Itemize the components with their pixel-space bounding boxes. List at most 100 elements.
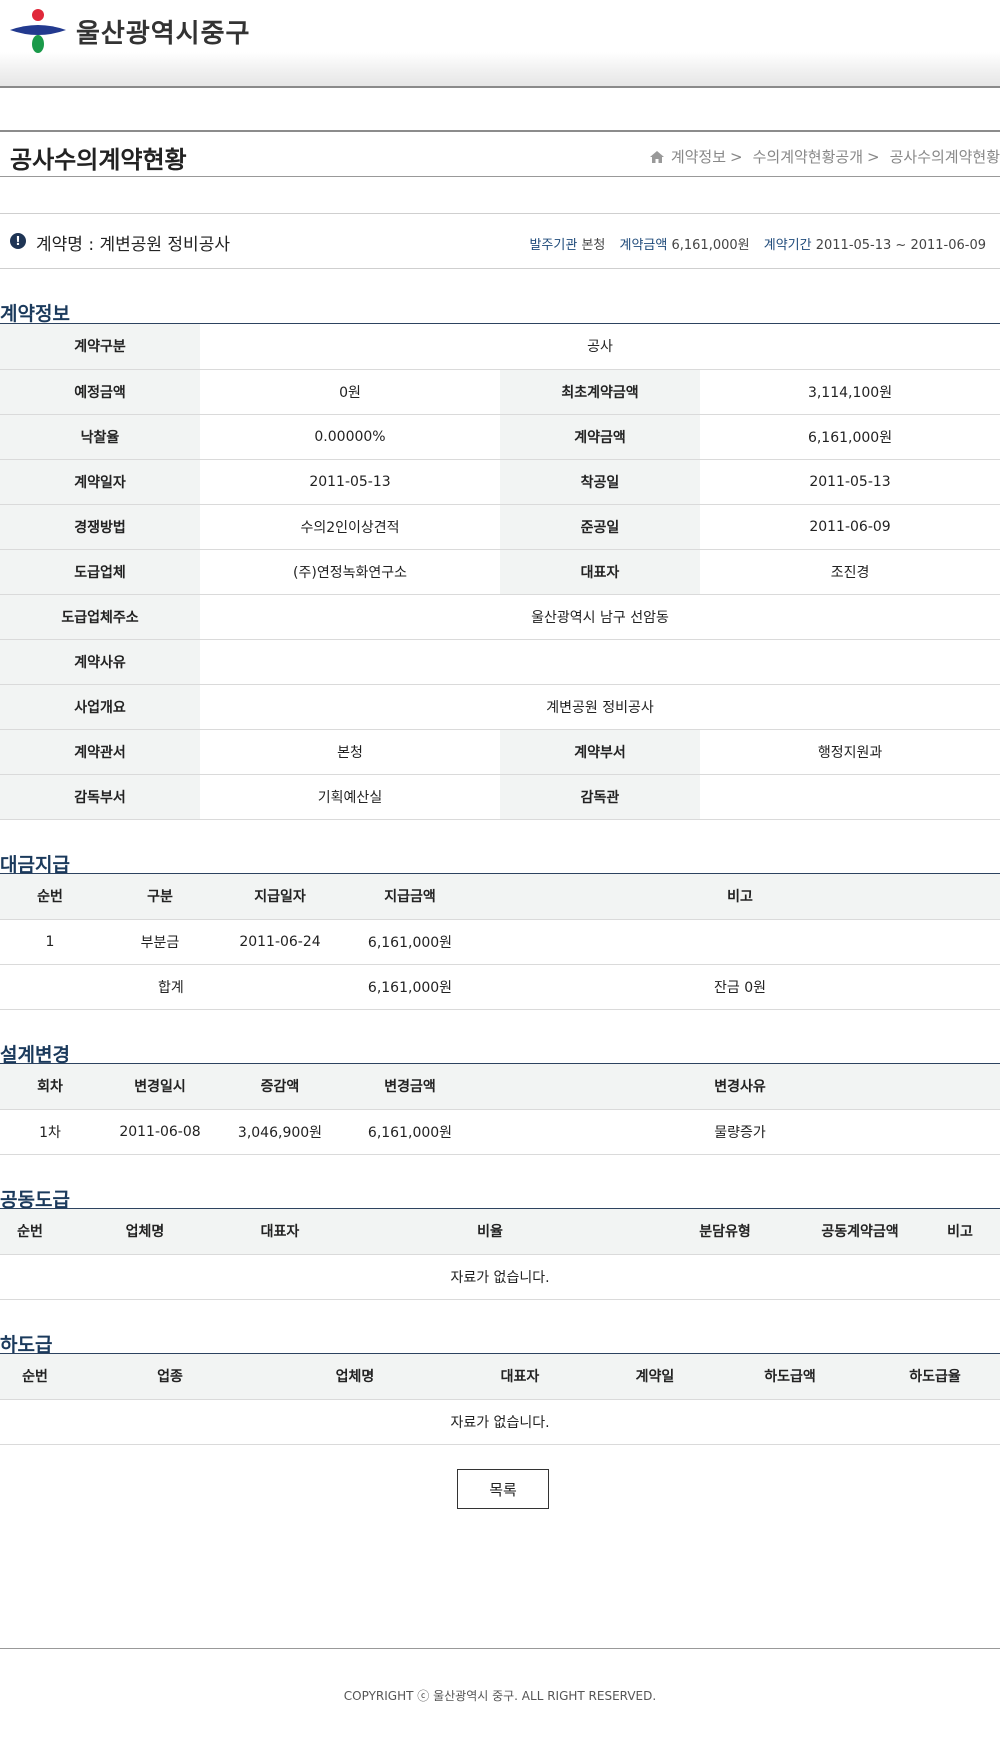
breadcrumb-separator: > <box>867 147 880 166</box>
cell-label: 경쟁방법 <box>0 504 200 550</box>
title-bar: 공사수의계약현황 계약정보 > 수의계약현황공개 > 공사수의계약현황 <box>0 130 1000 177</box>
cell-label: 감독관 <box>500 774 700 820</box>
site-footer: COPYRIGHT ⓒ 울산광역시 중구. ALL RIGHT RESERVED… <box>0 1648 1000 1750</box>
page-title: 공사수의계약현황 <box>10 146 187 174</box>
cell-value: 0.00000% <box>200 414 500 460</box>
column-header: 증감액 <box>220 1064 340 1110</box>
home-icon[interactable] <box>649 150 665 164</box>
table-cell: 물량증가 <box>480 1109 1000 1155</box>
cell-label: 계약금액 <box>500 414 700 460</box>
column-header: 대표자 <box>230 1209 330 1255</box>
cell-label: 예정금액 <box>0 369 200 415</box>
overview-value: 계변공원 정비공사 <box>200 684 1000 730</box>
copyright-text: COPYRIGHT ⓒ 울산광역시 중구. ALL RIGHT RESERVED… <box>343 1689 657 1703</box>
column-header: 대표자 <box>440 1354 600 1400</box>
total-label: 합계 <box>0 964 340 1010</box>
table-row: 자료가 없습니다. <box>0 1254 1000 1300</box>
table-row: 1차 2011-06-08 3,046,900원 6,161,000원 물량증가 <box>0 1109 1000 1155</box>
period-label: 계약기간 <box>763 238 812 253</box>
breadcrumb-private-contract[interactable]: 수의계약현황공개 <box>753 146 863 167</box>
cell-value: 조진경 <box>700 549 1000 595</box>
jung-gu-logo-icon <box>10 9 66 53</box>
cell-label: 대표자 <box>500 549 700 595</box>
column-header: 지급금액 <box>340 874 480 920</box>
exclamation-icon: ! <box>10 233 26 249</box>
contract-name: 계약명 : 계변공원 정비공사 <box>36 235 230 255</box>
column-header: 구분 <box>100 874 220 920</box>
table-header-row: 순번 업종 업체명 대표자 계약일 하도급액 하도급율 <box>0 1354 1000 1400</box>
column-header: 변경금액 <box>340 1064 480 1110</box>
address-value: 울산광역시 남구 선암동 <box>200 594 1000 640</box>
cell-value: 3,114,100원 <box>700 369 1000 415</box>
column-header: 업체명 <box>270 1354 440 1400</box>
amount-value: 6,161,000원 <box>671 238 750 253</box>
column-header: 업체명 <box>60 1209 230 1255</box>
overview-label: 사업개요 <box>0 684 200 730</box>
period-value: 2011-05-13 ~ 2011-06-09 <box>815 238 986 253</box>
reason-value <box>200 639 1000 685</box>
subcontract-table: 순번 업종 업체명 대표자 계약일 하도급액 하도급율 자료가 없습니다. <box>0 1354 1000 1445</box>
cell-label: 계약일자 <box>0 459 200 505</box>
column-header: 변경사유 <box>480 1064 1000 1110</box>
table-row: 감독부서 기획예산실 감독관 <box>0 774 1000 820</box>
joint-contract-table: 순번 업체명 대표자 비율 분담유형 공동계약금액 비고 자료가 없습니다. <box>0 1209 1000 1300</box>
table-cell: 3,046,900원 <box>220 1109 340 1155</box>
table-header-row: 회차 변경일시 증감액 변경금액 변경사유 <box>0 1064 1000 1110</box>
table-cell <box>480 919 1000 965</box>
cell-label: 준공일 <box>500 504 700 550</box>
table-row: 계약사유 <box>0 639 1000 685</box>
column-header: 순번 <box>0 874 100 920</box>
cell-label: 계약관서 <box>0 729 200 775</box>
table-row: 1 부분금 2011-06-24 6,161,000원 <box>0 919 1000 965</box>
cell-value: (주)연정녹화연구소 <box>200 549 500 595</box>
column-header: 순번 <box>0 1354 70 1400</box>
empty-message: 자료가 없습니다. <box>0 1254 1000 1300</box>
column-header: 계약일 <box>600 1354 710 1400</box>
table-row: 도급업체주소 울산광역시 남구 선암동 <box>0 594 1000 640</box>
table-cell: 1차 <box>0 1109 100 1155</box>
total-row: 합계 6,161,000원 잔금 0원 <box>0 964 1000 1010</box>
section-title-contract-info: 계약정보 <box>0 303 70 325</box>
cell-value: 수의2인이상견적 <box>200 504 500 550</box>
contract-type-label: 계약구분 <box>0 324 200 370</box>
column-header: 공동계약금액 <box>800 1209 920 1255</box>
column-header: 지급일자 <box>220 874 340 920</box>
reason-label: 계약사유 <box>0 639 200 685</box>
cell-value: 기획예산실 <box>200 774 500 820</box>
logo-text: 울산광역시중구 <box>76 18 251 49</box>
org-value: 본청 <box>581 238 606 253</box>
table-cell: 1 <box>0 919 100 965</box>
breadcrumb-separator: > <box>730 147 743 166</box>
table-header-row: 순번 구분 지급일자 지급금액 비고 <box>0 874 1000 920</box>
list-button[interactable]: 목록 <box>457 1469 549 1509</box>
cell-value <box>700 774 1000 820</box>
table-row: 사업개요 계변공원 정비공사 <box>0 684 1000 730</box>
table-row: 도급업체 (주)연정녹화연구소 대표자 조진경 <box>0 549 1000 595</box>
site-logo[interactable]: 울산광역시중구 <box>8 8 250 54</box>
column-header: 하도급율 <box>870 1354 1000 1400</box>
empty-message: 자료가 없습니다. <box>0 1399 1000 1445</box>
contract-type-value: 공사 <box>200 324 1000 370</box>
total-amount: 6,161,000원 <box>340 964 480 1010</box>
table-row: 계약구분 공사 <box>0 324 1000 370</box>
contract-summary: ! 계약명 : 계변공원 정비공사 발주기관 본청 계약금액 6,161,000… <box>0 213 1000 269</box>
cell-label: 도급업체 <box>0 549 200 595</box>
table-header-row: 순번 업체명 대표자 비율 분담유형 공동계약금액 비고 <box>0 1209 1000 1255</box>
table-cell: 2011-06-24 <box>220 919 340 965</box>
amount-label: 계약금액 <box>619 238 668 253</box>
breadcrumb-contract-info[interactable]: 계약정보 <box>671 146 726 167</box>
column-header: 하도급액 <box>710 1354 870 1400</box>
site-header: 울산광역시중구 <box>0 0 1000 88</box>
column-header: 비고 <box>480 874 1000 920</box>
contract-meta: 발주기관 본청 계약금액 6,161,000원 계약기간 2011-05-13 … <box>519 234 986 253</box>
column-header: 변경일시 <box>100 1064 220 1110</box>
column-header: 순번 <box>0 1209 60 1255</box>
breadcrumb: 계약정보 > 수의계약현황공개 > 공사수의계약현황 <box>649 146 1000 167</box>
breadcrumb-current[interactable]: 공사수의계약현황 <box>890 146 1000 167</box>
cell-label: 착공일 <box>500 459 700 505</box>
org-label: 발주기관 <box>529 238 578 253</box>
column-header: 회차 <box>0 1064 100 1110</box>
cell-value: 2011-05-13 <box>200 459 500 505</box>
table-cell: 6,161,000원 <box>340 919 480 965</box>
column-header: 분담유형 <box>650 1209 800 1255</box>
